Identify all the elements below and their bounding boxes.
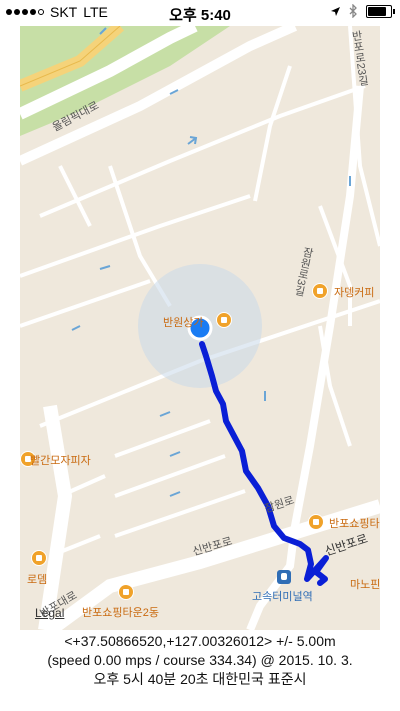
poi-label-banwon: 반원상가 [163,317,204,329]
restaurant-icon[interactable] [31,550,47,566]
location-info: <+37.50866520,+127.00326012> +/- 5.00m (… [0,632,400,689]
shopping-icon[interactable] [216,312,232,328]
bluetooth-icon [349,4,357,18]
status-right [330,4,395,18]
legal-link[interactable]: Legal [35,606,64,620]
subway-station-icon[interactable] [277,570,291,584]
battery-fill [368,6,387,16]
map-view[interactable]: 올림픽대로 반포로23길 잠원로3길 잠원로 신반포로 신반포로 반포대로 반원… [20,26,380,630]
poi-label-banpo-shopping-2: 반포쇼핑타운2동 [82,607,159,619]
cafe-icon[interactable] [312,283,328,299]
battery-icon [366,4,395,18]
location-arrow-icon [331,6,340,16]
poi-label-mano: 마노핀 [350,579,380,591]
poi-label-rodem: 로뎀 [27,574,48,586]
poi-label-ppalgan: 빨간모자피자 [30,455,91,467]
location-timestamp: 오후 5시 40분 20초 대한민국 표준시 [93,671,307,687]
shopping-icon[interactable] [118,584,134,600]
poi-label-banpo-shopping: 반포쇼핑타 [329,518,380,530]
status-bar: SKT LTE 오후 5:40 [0,0,400,26]
poi-label-jadenk: 자뎅커피 [334,287,375,299]
station-label: 고속터미널역 [252,591,313,603]
shopping-icon[interactable] [308,514,324,530]
location-speed-course: (speed 0.00 mps / course 334.34) @ 2015.… [47,652,353,668]
location-coordinates: <+37.50866520,+127.00326012> +/- 5.00m [64,633,336,649]
